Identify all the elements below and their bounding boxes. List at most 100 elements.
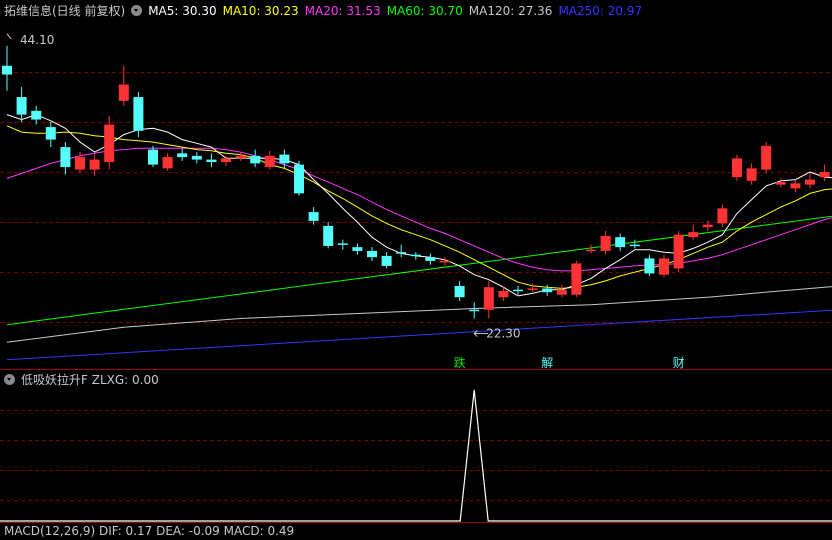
- event-tag-1[interactable]: 解: [541, 354, 553, 371]
- candle-body-35: [513, 289, 523, 292]
- candle-11: [162, 153, 173, 171]
- candle-40: [586, 244, 596, 254]
- candle-body-52: [761, 145, 772, 170]
- main-chart: 44.10 22.30: [0, 33, 832, 523]
- candle-body-34: [498, 290, 509, 298]
- candle-3: [45, 122, 56, 148]
- candle-41: [600, 230, 611, 255]
- candle-body-28: [410, 254, 421, 257]
- candle-18: [264, 150, 275, 170]
- candle-body-5: [75, 157, 85, 170]
- high-annotation-arrow: [6, 33, 12, 40]
- candle-body-24: [352, 247, 363, 251]
- candle-body-9: [133, 97, 144, 131]
- candle-body-30: [440, 260, 450, 263]
- candle-body-4: [60, 147, 71, 168]
- candle-body-10: [148, 149, 158, 165]
- macd-strip: MACD(12,26,9) DIF: 0.17 DEA: -0.09 MACD:…: [4, 522, 300, 540]
- candle-39: [571, 260, 582, 298]
- dropdown-icon-sub[interactable]: [4, 374, 15, 385]
- ma10-line: [6, 125, 832, 289]
- candle-body-3: [45, 127, 56, 140]
- candle-body-15: [221, 158, 231, 163]
- candle-body-7: [104, 124, 115, 163]
- candle-10: [148, 145, 158, 168]
- candle-8: [118, 65, 129, 106]
- candle-body-43: [629, 244, 640, 247]
- candle-body-0: [2, 65, 12, 75]
- candle-body-2: [31, 110, 42, 120]
- candle-body-40: [586, 249, 596, 252]
- candle-body-6: [89, 159, 100, 170]
- candle-body-32: [469, 309, 480, 312]
- ma20-line: [6, 147, 832, 272]
- candle-0: [2, 45, 12, 91]
- candle-body-18: [264, 155, 275, 168]
- ma5-line: [6, 114, 832, 297]
- candle-body-33: [483, 287, 494, 310]
- candle-38: [556, 284, 567, 298]
- candle-body-42: [615, 237, 626, 248]
- candle-body-1: [16, 97, 27, 115]
- candle-12: [177, 148, 188, 161]
- candle-25: [367, 247, 377, 261]
- sub-panel-title: 低吸妖拉升F ZLXG: 0.00: [21, 373, 159, 387]
- high-price-label: 44.10: [20, 33, 54, 47]
- candle-body-48: [702, 224, 713, 228]
- candle-45: [659, 254, 669, 278]
- candle-30: [440, 257, 450, 266]
- candle-50: [732, 154, 742, 181]
- candle-33: [483, 280, 494, 319]
- candle-53: [775, 178, 786, 188]
- candle-26: [381, 252, 392, 269]
- candle-22: [323, 222, 334, 249]
- candle-body-29: [425, 257, 436, 261]
- candle-13: [191, 152, 202, 164]
- event-tag-0[interactable]: 跌: [454, 354, 466, 371]
- candle-body-49: [717, 208, 728, 224]
- candle-body-54: [790, 183, 801, 189]
- candle-body-46: [673, 234, 684, 269]
- candle-2: [31, 105, 42, 125]
- candle-body-16: [235, 155, 246, 159]
- candle-52: [761, 142, 772, 174]
- candle-49: [717, 204, 728, 228]
- candle-54: [790, 179, 801, 193]
- candle-body-45: [659, 258, 669, 275]
- candle-body-36: [527, 288, 538, 290]
- candle-body-44: [644, 258, 655, 274]
- event-tag-2[interactable]: 财: [673, 354, 685, 371]
- candle-23: [337, 239, 348, 250]
- candle-body-23: [337, 243, 348, 245]
- zlxg-signal-line: [0, 389, 832, 522]
- candle-body-56: [819, 172, 830, 178]
- candle-body-8: [118, 84, 129, 101]
- ma250-line: [6, 309, 832, 361]
- candle-body-47: [688, 232, 699, 238]
- ma120-line: [6, 286, 832, 343]
- candle-body-14: [206, 159, 217, 163]
- candle-51: [746, 163, 757, 185]
- candle-55: [805, 173, 815, 189]
- candle-body-21: [308, 212, 319, 221]
- candle-body-51: [746, 168, 757, 181]
- candle-body-39: [571, 263, 582, 295]
- macd-text: MACD(12,26,9) DIF: 0.17 DEA: -0.09 MACD:…: [4, 524, 295, 538]
- sub-panel-header: 低吸妖拉升F ZLXG: 0.00: [4, 371, 165, 389]
- candle-42: [615, 233, 626, 251]
- candle-body-55: [805, 179, 815, 185]
- candle-body-27: [396, 252, 407, 254]
- candle-body-13: [191, 155, 202, 160]
- candle-body-19: [279, 154, 290, 164]
- candle-body-31: [454, 285, 465, 298]
- candle-9: [133, 92, 144, 138]
- candle-body-38: [556, 289, 567, 295]
- candle-body-53: [775, 182, 786, 185]
- candle-15: [221, 155, 231, 166]
- candle-body-12: [177, 153, 188, 158]
- candle-24: [352, 243, 363, 255]
- candle-body-50: [732, 158, 742, 178]
- low-price-label: 22.30: [486, 326, 520, 340]
- candle-32: [469, 302, 480, 319]
- candle-47: [688, 224, 699, 240]
